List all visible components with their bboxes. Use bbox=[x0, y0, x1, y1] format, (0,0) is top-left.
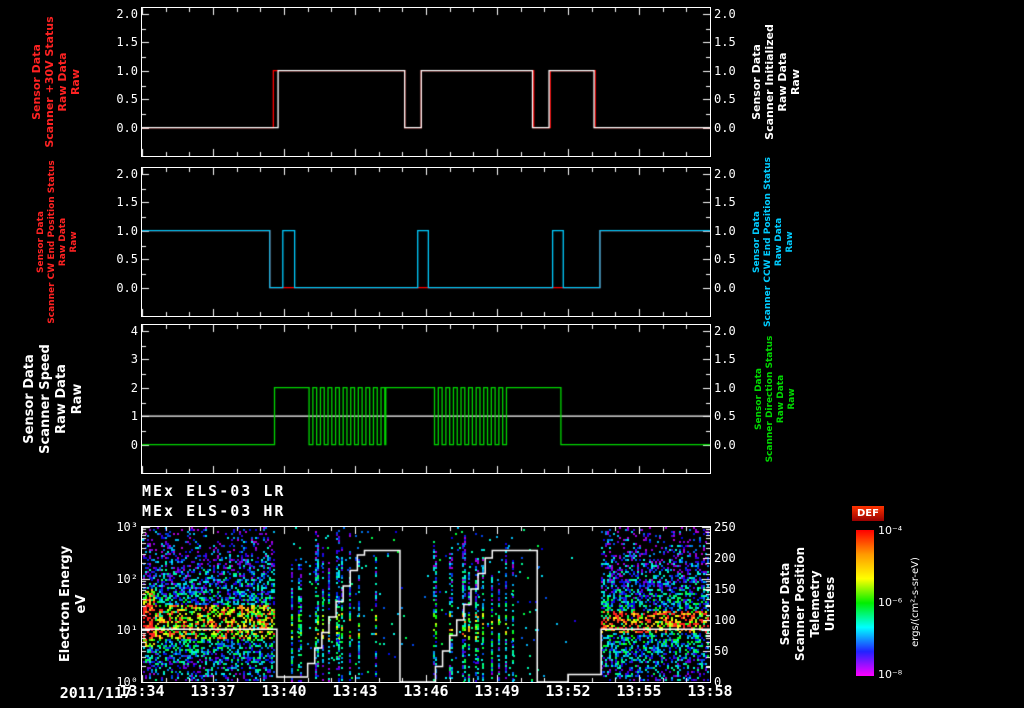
axis-title-line: Unitless bbox=[823, 576, 837, 632]
axis-title-line: Raw Data bbox=[54, 364, 69, 434]
axis-tick-label: 1.5 bbox=[714, 35, 736, 50]
axis-tick-label: 0.0 bbox=[714, 120, 736, 135]
axis-tick-label: 1.5 bbox=[714, 195, 736, 210]
axis-tick-label: 13:40 bbox=[261, 682, 307, 700]
axis-tick-label: 3 bbox=[130, 352, 138, 367]
telemetry-dashboard: MEx ELS-03 LR MEx ELS-03 HR Sensor Data … bbox=[0, 0, 1024, 708]
axis-tick-label: 1.0 bbox=[116, 223, 138, 238]
axis-tick-label: 50 bbox=[714, 644, 729, 658]
scanner-30v-plot bbox=[142, 8, 710, 156]
axis-tick-label: 13:34 bbox=[119, 682, 165, 700]
axis-title-line: Raw bbox=[785, 231, 795, 253]
axis-tick-label: 100 bbox=[714, 613, 736, 627]
axis-tick-label: 200 bbox=[714, 551, 736, 565]
axis-tick-label: 0.0 bbox=[116, 120, 138, 135]
panel-els-spectrogram bbox=[141, 526, 711, 683]
panel-scanner-speed bbox=[141, 324, 711, 474]
axis-tick-label: 2 bbox=[130, 380, 138, 395]
colorbar bbox=[856, 530, 874, 676]
axis-tick-label: 13:55 bbox=[616, 682, 662, 700]
axis-tick-label: 1.5 bbox=[116, 35, 138, 50]
axis-title-line: Sensor Data bbox=[30, 44, 43, 120]
axis-tick-label: 0.0 bbox=[714, 280, 736, 295]
axis-title-line: Raw Data bbox=[776, 374, 786, 424]
axis-tick-label: 10³ bbox=[116, 520, 138, 534]
axis-title-line: Sensor Data bbox=[778, 562, 792, 646]
axis-tick-label: 2.0 bbox=[116, 166, 138, 181]
panel-scanner-30v bbox=[141, 7, 711, 157]
axis-tick-label: 13:46 bbox=[403, 682, 449, 700]
axis-tick-label: 13:37 bbox=[190, 682, 236, 700]
axis-title-line: Scanner Speed bbox=[38, 344, 53, 454]
axis-tick-label: 2.0 bbox=[714, 6, 736, 21]
axis-tick-label: 13:49 bbox=[474, 682, 520, 700]
axis-title-line: Telemetry bbox=[808, 570, 822, 638]
panel-end-position bbox=[141, 167, 711, 317]
axis-tick-label: 0.0 bbox=[116, 280, 138, 295]
colorbar-title: DEF bbox=[852, 506, 884, 521]
els-spectrogram bbox=[142, 527, 710, 682]
axis-title-line: Sensor Data bbox=[22, 354, 37, 444]
axis-title-line: Raw Data bbox=[56, 52, 69, 112]
axis-title-line: Sensor Data bbox=[752, 210, 762, 274]
axis-tick-label: 13:43 bbox=[332, 682, 378, 700]
axis-tick-label: 0.5 bbox=[714, 92, 736, 107]
axis-tick-label: 13:52 bbox=[545, 682, 591, 700]
axis-tick-label: 1.0 bbox=[714, 63, 736, 78]
axis-title-line: Sensor Data bbox=[36, 210, 46, 274]
axis-title-line: Raw bbox=[69, 231, 79, 253]
axis-tick-label: 1.0 bbox=[714, 380, 736, 395]
axis-title-line: Raw bbox=[787, 388, 797, 410]
axis-tick-label: 1.5 bbox=[116, 195, 138, 210]
axis-tick-label: 10² bbox=[116, 571, 138, 586]
axis-tick-label: 0.5 bbox=[714, 252, 736, 267]
axis-tick-label: 1.0 bbox=[116, 63, 138, 78]
axis-tick-label: 2.0 bbox=[116, 6, 138, 21]
colorbar-tick-label: 10⁻⁸ bbox=[878, 668, 903, 681]
axis-tick-label: 10¹ bbox=[116, 623, 138, 638]
axis-title-line: eV bbox=[74, 594, 89, 614]
axis-title-line: Scanner CW End Position Status bbox=[47, 160, 57, 324]
axis-tick-label: 2.0 bbox=[714, 323, 736, 338]
axis-title-line: Scanner Position bbox=[793, 546, 807, 662]
axis-title-line: Raw bbox=[789, 68, 802, 96]
axis-tick-label: 0.5 bbox=[116, 252, 138, 267]
axis-tick-label: 13:58 bbox=[687, 682, 733, 700]
axis-title-line: Raw Data bbox=[58, 217, 68, 267]
axis-title-line: Electron Energy bbox=[58, 545, 73, 663]
axis-tick-label: 0.0 bbox=[714, 437, 736, 452]
axis-tick-label: 0 bbox=[130, 437, 138, 452]
axis-title-line: Scanner CCW End Position Status bbox=[763, 156, 773, 328]
axis-tick-label: 1.0 bbox=[714, 223, 736, 238]
axis-title-line: Scanner +30V Status bbox=[43, 16, 56, 148]
axis-tick-label: 4 bbox=[130, 323, 138, 338]
spectrogram-title-hr: MEx ELS-03 HR bbox=[142, 502, 286, 520]
axis-tick-label: 1.5 bbox=[714, 352, 736, 367]
axis-tick-label: 1 bbox=[130, 409, 138, 424]
colorbar-tick-label: 10⁻⁶ bbox=[878, 596, 903, 609]
axis-title-line: Raw Data bbox=[776, 52, 789, 112]
axis-tick-label: 0.5 bbox=[714, 409, 736, 424]
spectrogram-title-lr: MEx ELS-03 LR bbox=[142, 482, 286, 500]
axis-tick-label: 250 bbox=[714, 520, 736, 534]
axis-tick-label: 0.5 bbox=[116, 92, 138, 107]
colorbar-tick-label: 10⁻⁴ bbox=[878, 524, 903, 537]
axis-tick-label: 2.0 bbox=[714, 166, 736, 181]
axis-title-line: Raw Data bbox=[774, 217, 784, 267]
scanner-speed-plot bbox=[142, 325, 710, 473]
axis-tick-label: 150 bbox=[714, 582, 736, 596]
end-position-plot bbox=[142, 168, 710, 316]
